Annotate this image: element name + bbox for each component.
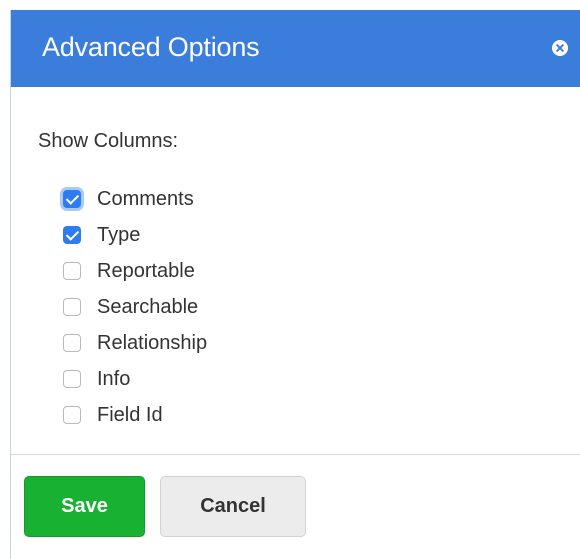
relationship-checkbox[interactable] [63, 334, 81, 352]
dialog-title: Advanced Options [42, 32, 260, 62]
option-searchable: Searchable [63, 289, 207, 325]
type-label[interactable]: Type [97, 224, 140, 247]
save-button[interactable]: Save [24, 476, 145, 537]
reportable-label[interactable]: Reportable [97, 260, 195, 283]
advanced-options-dialog: Advanced Options Show Columns: Comments … [10, 10, 580, 559]
column-options-list: Comments Type Reportable Searchable Rela… [63, 181, 207, 433]
option-type: Type [63, 217, 207, 253]
info-checkbox[interactable] [63, 370, 81, 388]
show-columns-label: Show Columns: [38, 130, 179, 152]
searchable-label[interactable]: Searchable [97, 296, 198, 319]
info-label[interactable]: Info [97, 368, 130, 391]
cancel-button[interactable]: Cancel [160, 476, 306, 537]
type-checkbox[interactable] [63, 226, 81, 244]
comments-label[interactable]: Comments [97, 188, 194, 211]
dialog-header: Advanced Options [11, 10, 580, 87]
close-button[interactable] [552, 40, 568, 56]
field-id-checkbox[interactable] [63, 406, 81, 424]
comments-checkbox[interactable] [63, 190, 81, 208]
option-field-id: Field Id [63, 397, 207, 433]
close-icon [556, 44, 564, 52]
option-reportable: Reportable [63, 253, 207, 289]
option-comments: Comments [63, 181, 207, 217]
reportable-checkbox[interactable] [63, 262, 81, 280]
footer-divider [11, 454, 580, 455]
option-relationship: Relationship [63, 325, 207, 361]
option-info: Info [63, 361, 207, 397]
field-id-label[interactable]: Field Id [97, 404, 163, 427]
searchable-checkbox[interactable] [63, 298, 81, 316]
relationship-label[interactable]: Relationship [97, 332, 207, 355]
